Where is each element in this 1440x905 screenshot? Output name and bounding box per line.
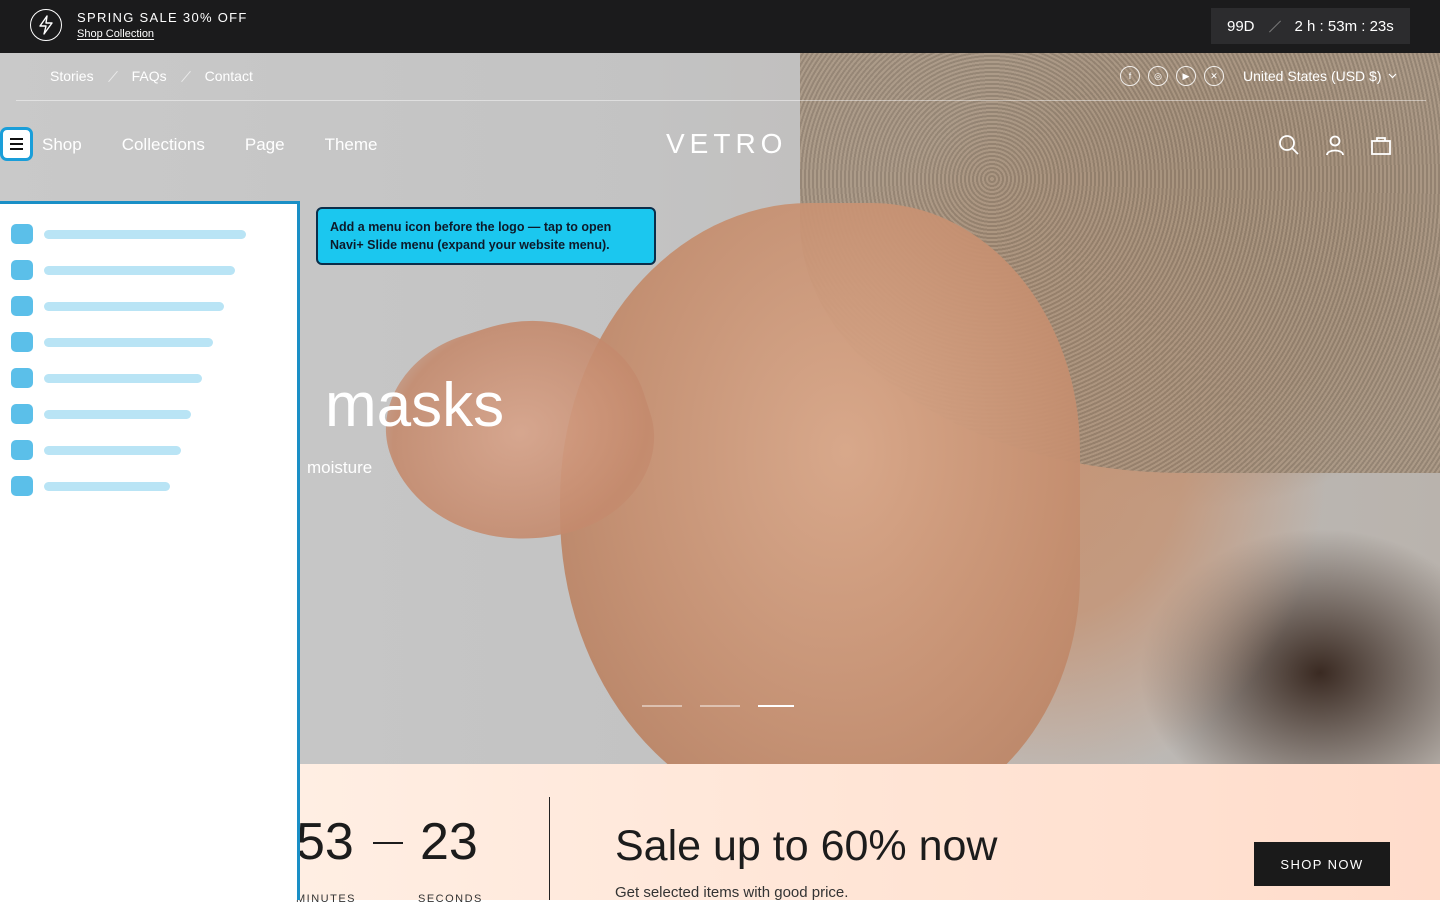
divider [107,70,118,82]
minutes-label: MINUTES [296,893,356,905]
youtube-icon[interactable]: ▶ [1176,66,1196,86]
menu-item-icon [11,260,33,280]
nav-shop[interactable]: Shop [42,135,82,155]
menu-item-icon [11,368,33,388]
menu-item-placeholder [44,265,235,275]
hero-title: masks [325,371,505,440]
lightning-icon [30,9,62,41]
nav-theme[interactable]: Theme [325,135,378,155]
menu-item-icon [11,332,33,352]
timer-days: 99D [1227,17,1255,35]
account-icon[interactable] [1324,134,1346,161]
slide-indicators [642,705,794,707]
instagram-icon[interactable]: ◎ [1148,66,1168,86]
sale-heading: Sale up to 60% now [615,822,998,870]
menu-item-placeholder [44,409,191,419]
vertical-divider [549,797,550,900]
announcement-bar: SPRING SALE 30% OFF Shop Collection 99D … [0,0,1440,53]
menu-icon-line [10,143,23,145]
countdown-minutes: 53 [296,813,354,871]
slide-dot[interactable] [700,705,740,707]
site-logo[interactable]: VETRO [666,128,787,160]
country-label: United States (USD $) [1243,68,1382,84]
x-icon[interactable]: ✕ [1204,66,1224,86]
timer-divider [1268,19,1281,33]
search-icon[interactable] [1278,134,1300,161]
menu-item-placeholder [44,481,170,491]
menu-item-icon [11,296,33,316]
countdown-separator [373,842,403,844]
timer-clock: 2 h : 53m : 23s [1294,17,1394,35]
menu-icon-line [10,138,23,140]
menu-item-icon [11,476,33,496]
slide-menu-panel [0,201,300,900]
slide-menu-item[interactable] [11,476,170,496]
nav-link-contact[interactable]: Contact [205,68,253,84]
menu-item-placeholder [44,229,246,239]
slide-menu-item[interactable] [11,404,191,424]
menu-item-placeholder [44,373,202,383]
slide-dot[interactable] [642,705,682,707]
slide-menu-item[interactable] [11,260,235,280]
menu-item-icon [11,440,33,460]
seconds-label: SECONDS [418,893,483,905]
menu-item-placeholder [44,337,213,347]
divider [180,70,191,82]
countdown-seconds: 23 [420,813,478,871]
menu-item-placeholder [44,445,181,455]
nav-link-faqs[interactable]: FAQs [132,68,167,84]
country-selector[interactable]: United States (USD $) [1243,68,1397,84]
shop-collection-link[interactable]: Shop Collection [77,28,154,40]
slide-dot-active[interactable] [758,705,794,707]
bag-icon[interactable] [1370,134,1392,161]
tooltip-callout: Add a menu icon before the logo — tap to… [316,207,656,265]
slide-menu-item[interactable] [11,296,224,316]
shop-now-button[interactable]: SHOP NOW [1254,842,1390,886]
countdown-timer: 99D 2 h : 53m : 23s [1211,8,1410,44]
menu-item-placeholder [44,301,224,311]
nav-link-stories[interactable]: Stories [50,68,94,84]
sale-title: SPRING SALE 30% OFF [77,10,248,25]
header-actions [1278,134,1392,161]
hamburger-menu-button[interactable] [0,127,33,161]
slide-menu-item[interactable] [11,224,246,244]
menu-item-icon [11,404,33,424]
hero-subtitle: moisture [307,458,373,477]
menu-item-icon [11,224,33,244]
menu-icon-line [10,148,23,150]
sale-text: Get selected items with good price. [615,884,849,901]
chevron-down-icon [1388,73,1396,79]
social-links: f ◎ ▶ ✕ [1120,66,1224,86]
main-nav: Shop Collections Page Theme [42,135,377,155]
nav-page[interactable]: Page [245,135,285,155]
slide-menu-item[interactable] [11,440,181,460]
facebook-icon[interactable]: f [1120,66,1140,86]
nav-collections[interactable]: Collections [122,135,205,155]
slide-menu-item[interactable] [11,332,213,352]
slide-menu-item[interactable] [11,368,202,388]
utility-nav: Stories FAQs Contact [50,68,253,84]
header-divider [16,100,1426,101]
